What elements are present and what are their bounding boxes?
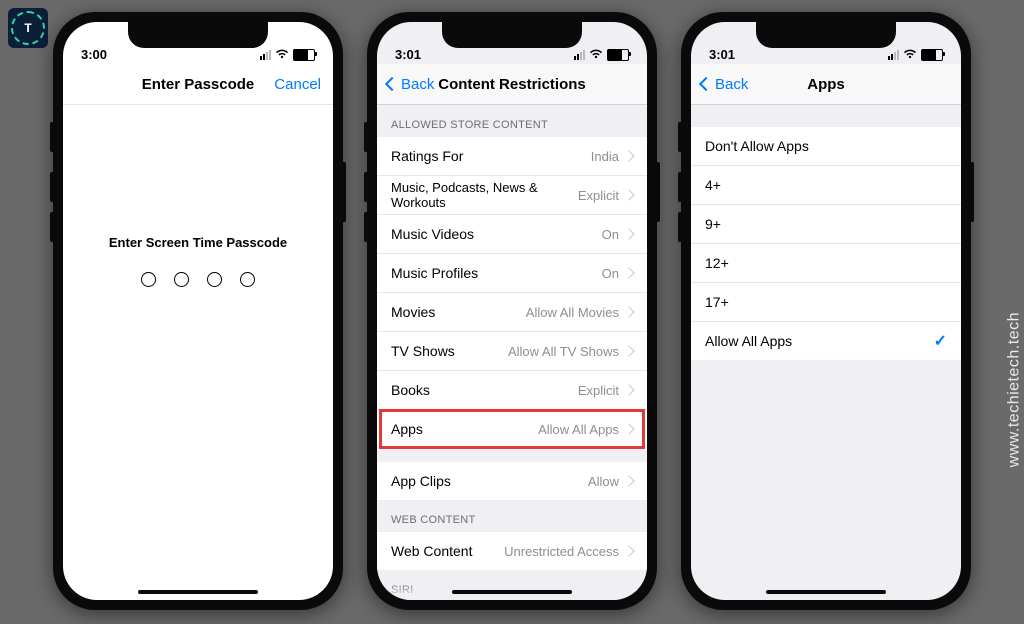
battery-icon	[607, 49, 629, 61]
row-label: App Clips	[391, 473, 451, 489]
chevron-right-icon	[623, 384, 634, 395]
nav-bar: Back Apps	[691, 64, 961, 105]
row-web-content[interactable]: Web Content Unrestricted Access	[377, 532, 647, 570]
row-label: Books	[391, 382, 430, 398]
passcode-dot	[174, 272, 189, 287]
passcode-dot	[207, 272, 222, 287]
passcode-dot	[240, 272, 255, 287]
option-4plus[interactable]: 4+	[691, 166, 961, 205]
chevron-left-icon	[699, 77, 713, 91]
row-detail: On	[602, 266, 619, 281]
row-detail: India	[591, 149, 619, 164]
row-label: Music, Podcasts, News & Workouts	[391, 180, 578, 210]
row-app-clips[interactable]: App Clips Allow	[377, 462, 647, 500]
nav-bar: Enter Passcode Cancel	[63, 64, 333, 105]
wifi-icon	[275, 48, 289, 62]
option-label: 12+	[705, 255, 729, 271]
row-label: Music Videos	[391, 226, 474, 242]
phone-passcode: 3:00 Enter Passcode Cancel Enter Screen …	[53, 12, 343, 610]
chevron-right-icon	[623, 228, 634, 239]
chevron-right-icon	[623, 306, 634, 317]
status-time: 3:01	[709, 47, 735, 62]
back-button[interactable]: Back	[701, 64, 748, 104]
row-detail: On	[602, 227, 619, 242]
row-apps[interactable]: Apps Allow All Apps	[377, 410, 647, 448]
section-header-siri: SIRI	[377, 570, 647, 600]
nav-title: Content Restrictions	[438, 76, 586, 93]
row-detail: Unrestricted Access	[504, 544, 619, 559]
row-label: Ratings For	[391, 148, 463, 164]
phone-content-restrictions: 3:01 Back Content Restrictions ALLOWED S…	[367, 12, 657, 610]
home-indicator	[452, 590, 572, 594]
row-movies[interactable]: Movies Allow All Movies	[377, 293, 647, 332]
notch	[756, 22, 896, 48]
section-header-web: WEB CONTENT	[377, 500, 647, 532]
row-detail: Explicit	[578, 188, 619, 203]
row-label: Music Profiles	[391, 265, 478, 281]
row-label: TV Shows	[391, 343, 455, 359]
option-9plus[interactable]: 9+	[691, 205, 961, 244]
wifi-icon	[903, 48, 917, 62]
cancel-button[interactable]: Cancel	[274, 64, 321, 104]
passcode-prompt: Enter Screen Time Passcode	[63, 235, 333, 250]
status-time: 3:01	[395, 47, 421, 62]
option-label: 4+	[705, 177, 721, 193]
option-17plus[interactable]: 17+	[691, 283, 961, 322]
phone-apps: 3:01 Back Apps Don't Allow Apps	[681, 12, 971, 610]
option-allow-all-apps[interactable]: Allow All Apps ✓	[691, 322, 961, 360]
row-detail: Allow	[588, 474, 619, 489]
home-indicator	[138, 590, 258, 594]
chevron-right-icon	[623, 345, 634, 356]
row-books[interactable]: Books Explicit	[377, 371, 647, 410]
row-tv-shows[interactable]: TV Shows Allow All TV Shows	[377, 332, 647, 371]
row-label: Movies	[391, 304, 435, 320]
back-button[interactable]: Back	[387, 64, 434, 104]
row-detail: Explicit	[578, 383, 619, 398]
row-music-profiles[interactable]: Music Profiles On	[377, 254, 647, 293]
cellular-icon	[260, 50, 271, 60]
home-indicator	[766, 590, 886, 594]
chevron-right-icon	[623, 423, 634, 434]
passcode-dots[interactable]	[63, 272, 333, 287]
row-detail: Allow All Movies	[526, 305, 619, 320]
chevron-left-icon	[385, 77, 399, 91]
battery-icon	[293, 49, 315, 61]
chevron-right-icon	[623, 150, 634, 161]
cellular-icon	[888, 50, 899, 60]
watermark: www.techietech.tech	[1005, 312, 1023, 467]
row-detail: Allow All TV Shows	[508, 344, 619, 359]
row-label: Web Content	[391, 543, 472, 559]
chevron-right-icon	[623, 189, 634, 200]
passcode-dot	[141, 272, 156, 287]
nav-title: Enter Passcode	[142, 76, 255, 93]
nav-bar: Back Content Restrictions	[377, 64, 647, 105]
option-label: Don't Allow Apps	[705, 138, 809, 154]
notch	[128, 22, 268, 48]
option-label: 17+	[705, 294, 729, 310]
cellular-icon	[574, 50, 585, 60]
notch	[442, 22, 582, 48]
row-music-videos[interactable]: Music Videos On	[377, 215, 647, 254]
chevron-right-icon	[623, 545, 634, 556]
nav-title: Apps	[807, 76, 845, 93]
status-time: 3:00	[81, 47, 107, 62]
chevron-right-icon	[623, 475, 634, 486]
wifi-icon	[589, 48, 603, 62]
checkmark-icon: ✓	[934, 331, 947, 351]
battery-icon	[921, 49, 943, 61]
row-detail: Allow All Apps	[538, 422, 619, 437]
option-label: 9+	[705, 216, 721, 232]
chevron-right-icon	[623, 267, 634, 278]
row-music-podcasts[interactable]: Music, Podcasts, News & Workouts Explici…	[377, 176, 647, 215]
option-12plus[interactable]: 12+	[691, 244, 961, 283]
row-label: Apps	[391, 421, 423, 437]
option-label: Allow All Apps	[705, 333, 792, 349]
option-dont-allow-apps[interactable]: Don't Allow Apps	[691, 127, 961, 166]
site-logo: T	[8, 8, 48, 48]
section-header-allowed: ALLOWED STORE CONTENT	[377, 105, 647, 137]
row-ratings-for[interactable]: Ratings For India	[377, 137, 647, 176]
